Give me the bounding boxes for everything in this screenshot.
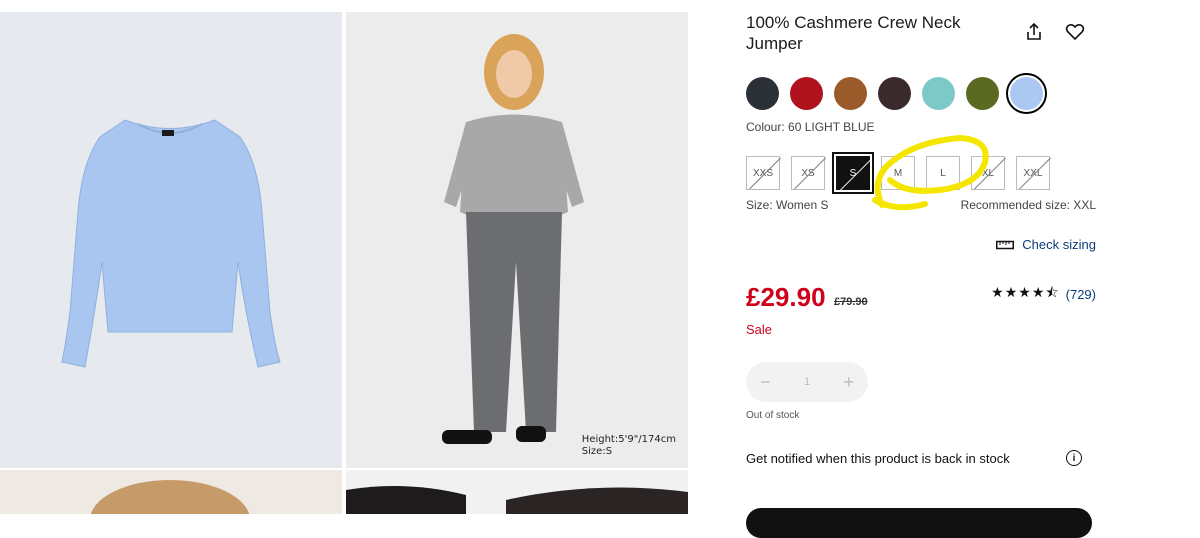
model-caption: Height:5'9"/174cm Size:S [582, 434, 676, 458]
detail-image [346, 486, 688, 514]
recommended-size: Recommended size: XXL [960, 198, 1096, 212]
size-option[interactable]: S [832, 152, 874, 194]
sale-label: Sale [746, 322, 773, 337]
review-count-link[interactable]: (729) [1066, 287, 1096, 302]
model-height: Height:5'9"/174cm [581, 434, 676, 445]
size-option[interactable]: XL [971, 156, 1005, 190]
check-sizing-label: Check sizing [1022, 237, 1096, 252]
product-image-flat[interactable] [0, 12, 342, 468]
swatch-color[interactable] [790, 77, 823, 110]
product-title: 100% Cashmere Crew Neck Jumper [746, 13, 961, 53]
closeup-image [90, 480, 250, 514]
swatch-color[interactable] [746, 77, 779, 110]
quantity-value: 1 [803, 376, 811, 388]
swatch-color[interactable] [966, 77, 999, 110]
heart-icon[interactable] [1063, 20, 1087, 44]
swatch-color[interactable] [834, 77, 867, 110]
colour-label: Colour: 60 LIGHT BLUE [746, 120, 875, 134]
selected-size-label: Size: Women S [746, 198, 829, 212]
product-image-detail[interactable] [346, 470, 688, 514]
size-selector: XXS XS S M L XL XXL [746, 152, 1050, 194]
sweater-image [61, 119, 281, 368]
star-rating-icon: ★★★★⯪ [991, 284, 1060, 300]
swatch-color[interactable] [1006, 73, 1047, 114]
primary-action-button[interactable] [746, 508, 1092, 538]
product-image-closeup[interactable] [0, 470, 342, 514]
share-icon[interactable] [1022, 20, 1046, 44]
info-icon[interactable]: i [1066, 450, 1082, 466]
ruler-icon [996, 240, 1015, 249]
swatch-color[interactable] [922, 77, 955, 110]
notify-text[interactable]: Get notified when this product is back i… [746, 451, 1010, 466]
decrease-quantity-button[interactable]: − [760, 372, 771, 393]
product-details: 100% Cashmere Crew Neck Jumper Colour: 6… [746, 0, 1106, 538]
product-image-model[interactable]: Height:5'9"/174cm Size:S [346, 12, 688, 468]
stock-status: Out of stock [746, 410, 800, 421]
model-image [442, 34, 584, 444]
quantity-stepper: − 1 + [746, 362, 868, 402]
size-option[interactable]: XXS [746, 156, 780, 190]
sale-price: £29.90 [746, 282, 826, 312]
size-option[interactable]: XXL [1016, 156, 1050, 190]
model-size: Size:S [581, 446, 613, 457]
increase-quantity-button[interactable]: + [843, 372, 854, 393]
size-option[interactable]: L [926, 156, 960, 190]
swatch-color[interactable] [878, 77, 911, 110]
size-option[interactable]: M [881, 156, 915, 190]
original-price: £79.90 [834, 296, 868, 308]
check-sizing-link[interactable]: Check sizing [996, 237, 1096, 252]
colour-swatches [746, 73, 1047, 114]
product-gallery: Height:5'9"/174cm Size:S [0, 0, 690, 514]
size-option[interactable]: XS [791, 156, 825, 190]
rating: ★★★★⯪ (729) [991, 282, 1096, 306]
